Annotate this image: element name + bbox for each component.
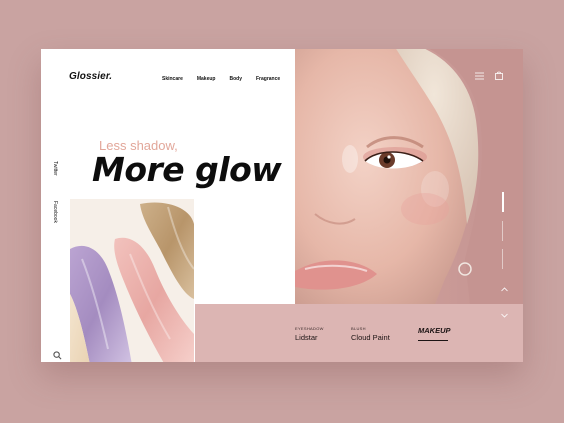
product-name: Cloud Paint	[351, 333, 390, 342]
tab-makeup[interactable]: MAKEUP	[418, 326, 451, 341]
active-tab-underline	[418, 340, 448, 341]
nav-item-fragrance[interactable]: Fragrance	[256, 76, 280, 82]
brand-logo[interactable]: Glossier.	[69, 71, 112, 82]
product-category: EYESHADOW	[295, 326, 324, 331]
product-category: BLUSH	[351, 326, 366, 331]
slide-indicator[interactable]	[502, 249, 503, 269]
product-panel: EYESHADOW Lidstar BLUSH Cloud Paint MAKE…	[195, 304, 523, 362]
menu-icon[interactable]	[475, 67, 484, 85]
search-icon[interactable]	[53, 347, 62, 362]
slide-indicator[interactable]	[502, 221, 503, 241]
hero-card: Glossier. Skincare Makeup Body Fragrance…	[41, 49, 523, 362]
chevron-down-icon[interactable]	[501, 313, 508, 320]
active-tab-label: MAKEUP	[418, 326, 451, 335]
bag-icon[interactable]	[495, 67, 503, 85]
slide-indicator-active[interactable]	[502, 192, 504, 212]
chevron-up-icon[interactable]	[501, 287, 508, 294]
nav-item-makeup[interactable]: Makeup	[197, 76, 216, 82]
nav-item-body[interactable]: Body	[229, 76, 242, 82]
nav-item-skincare[interactable]: Skincare	[162, 76, 183, 82]
product-blush[interactable]: BLUSH Cloud Paint	[351, 326, 390, 342]
model-photo	[295, 49, 523, 304]
makeup-swatch-image	[70, 199, 194, 362]
product-name: Lidstar	[295, 333, 318, 342]
main-nav: Skincare Makeup Body Fragrance	[162, 76, 294, 82]
product-eyeshadow[interactable]: EYESHADOW Lidstar	[295, 326, 324, 342]
hero-headline: More glow	[92, 150, 282, 189]
social-twitter[interactable]: Twitter	[52, 161, 58, 176]
social-facebook[interactable]: Facebook	[52, 201, 58, 223]
